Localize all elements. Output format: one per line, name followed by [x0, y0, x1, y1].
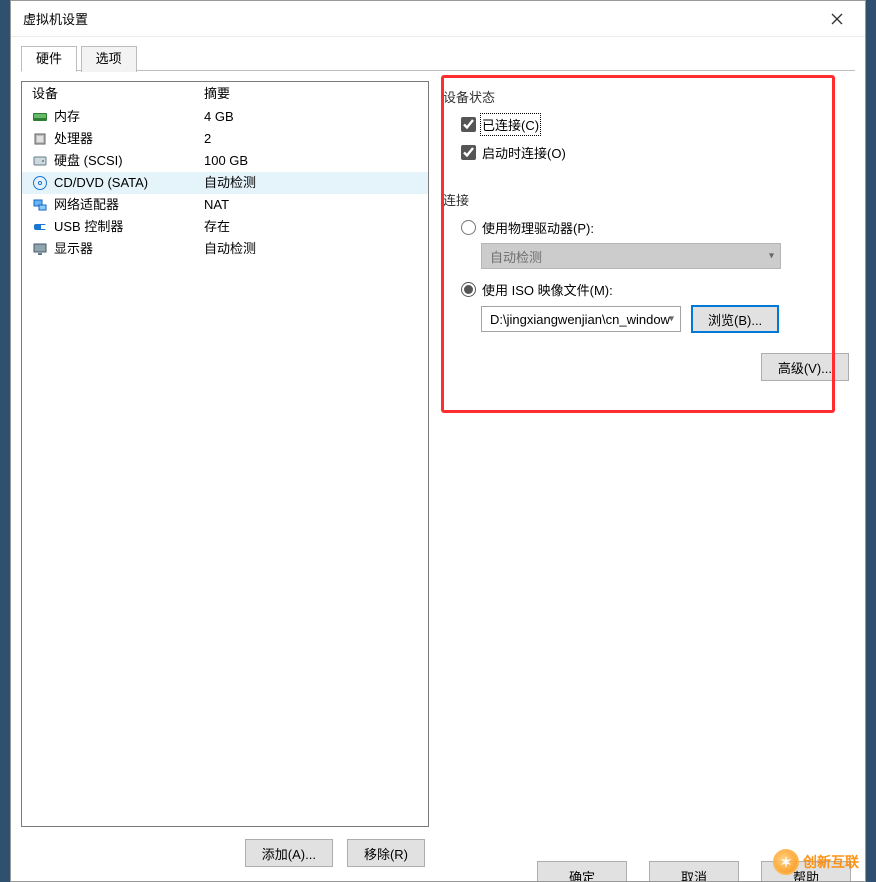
- nic-icon: [32, 197, 48, 213]
- device-summary: NAT: [204, 194, 229, 216]
- left-column: 设备 摘要 内存 4 GB 处理器 2: [21, 81, 429, 867]
- ok-label: 确定: [569, 867, 595, 881]
- advanced-button[interactable]: 高级(V)...: [761, 353, 849, 381]
- device-row-nic[interactable]: 网络适配器 NAT: [22, 194, 428, 216]
- vm-settings-window: 虚拟机设置 硬件 选项 设备 摘要 内存 4 GB: [10, 0, 866, 882]
- window-title: 虚拟机设置: [23, 9, 817, 28]
- close-icon: [831, 13, 843, 25]
- cpu-icon: [32, 131, 48, 147]
- col-device[interactable]: 设备: [22, 82, 202, 106]
- iso-path-combobox[interactable]: D:\jingxiangwenjian\cn_window ▾: [481, 306, 681, 332]
- tab-options[interactable]: 选项: [81, 46, 137, 72]
- cancel-label: 取消: [681, 867, 707, 881]
- device-name: CD/DVD (SATA): [54, 172, 148, 194]
- device-summary: 自动检测: [204, 238, 256, 260]
- device-name: 硬盘 (SCSI): [54, 150, 123, 172]
- device-status-group: 设备状态: [443, 87, 855, 106]
- device-summary: 100 GB: [204, 150, 248, 172]
- device-row-cddvd[interactable]: CD/DVD (SATA) 自动检测: [22, 172, 428, 194]
- device-row-memory[interactable]: 内存 4 GB: [22, 106, 428, 128]
- device-list[interactable]: 设备 摘要 内存 4 GB 处理器 2: [21, 81, 429, 827]
- dialog-footer: 确定 取消 帮助: [11, 847, 865, 881]
- titlebar: 虚拟机设置: [11, 1, 865, 37]
- connect-at-poweron-label[interactable]: 启动时连接(O): [482, 143, 566, 162]
- device-name: 网络适配器: [54, 194, 119, 216]
- physical-drive-value: 自动检测: [490, 247, 542, 266]
- hdd-icon: [32, 153, 48, 169]
- use-iso-radio[interactable]: [461, 282, 476, 297]
- cd-icon: [32, 175, 48, 191]
- ok-button[interactable]: 确定: [537, 861, 627, 881]
- device-row-hdd[interactable]: 硬盘 (SCSI) 100 GB: [22, 150, 428, 172]
- help-label: 帮助: [793, 867, 819, 881]
- tab-hardware[interactable]: 硬件: [21, 46, 77, 72]
- use-iso-label[interactable]: 使用 ISO 映像文件(M):: [482, 280, 613, 299]
- device-summary: 4 GB: [204, 106, 234, 128]
- display-icon: [32, 241, 48, 257]
- device-name: 内存: [54, 106, 80, 128]
- chevron-down-icon: ▾: [669, 314, 674, 325]
- advanced-label: 高级(V)...: [778, 358, 832, 377]
- device-summary: 自动检测: [204, 172, 256, 194]
- memory-icon: [32, 109, 48, 125]
- device-name: 显示器: [54, 238, 93, 260]
- device-row-cpu[interactable]: 处理器 2: [22, 128, 428, 150]
- use-physical-label[interactable]: 使用物理驱动器(P):: [482, 218, 594, 237]
- browse-button[interactable]: 浏览(B)...: [691, 305, 779, 333]
- device-row-display[interactable]: 显示器 自动检测: [22, 238, 428, 260]
- use-physical-radio[interactable]: [461, 220, 476, 235]
- connected-checkbox[interactable]: [461, 117, 476, 132]
- device-row-usb[interactable]: USB 控制器 存在: [22, 216, 428, 238]
- physical-drive-dropdown: 自动检测 ▾: [481, 243, 781, 269]
- cancel-button[interactable]: 取消: [649, 861, 739, 881]
- close-button[interactable]: [817, 5, 857, 33]
- device-name: USB 控制器: [54, 216, 123, 238]
- tabs: 硬件 选项: [21, 45, 855, 71]
- connected-label[interactable]: 已连接(C): [482, 115, 539, 134]
- connection-group: 连接: [443, 190, 855, 209]
- device-list-header: 设备 摘要: [22, 82, 428, 106]
- connect-at-poweron-checkbox[interactable]: [461, 145, 476, 160]
- dialog-body: 设备 摘要 内存 4 GB 处理器 2: [11, 71, 865, 877]
- usb-icon: [32, 219, 48, 235]
- device-summary: 2: [204, 128, 211, 150]
- right-column: 设备状态 已连接(C) 启动时连接(O) 连接 使用物理驱动器(P): 自动检测…: [443, 81, 855, 867]
- help-button[interactable]: 帮助: [761, 861, 851, 881]
- iso-path-value: D:\jingxiangwenjian\cn_window: [490, 312, 670, 327]
- browse-label: 浏览(B)...: [708, 310, 762, 329]
- device-name: 处理器: [54, 128, 93, 150]
- device-summary: 存在: [204, 216, 230, 238]
- chevron-down-icon: ▾: [769, 251, 774, 262]
- col-summary[interactable]: 摘要: [202, 82, 428, 106]
